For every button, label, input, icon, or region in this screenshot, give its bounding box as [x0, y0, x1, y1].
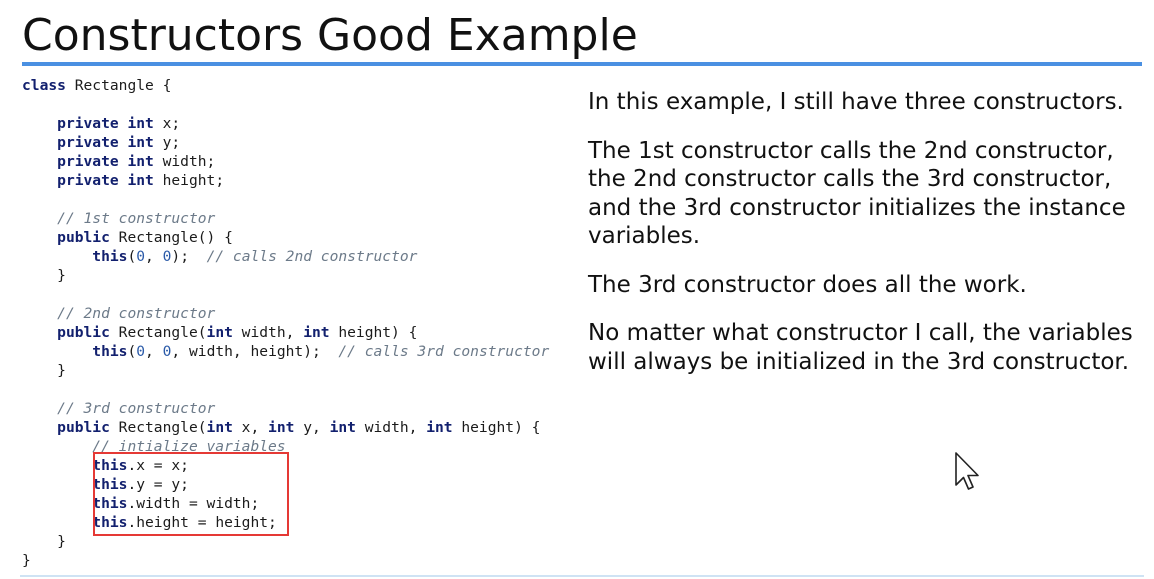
code-keyword: this	[92, 343, 128, 360]
code-keyword: int	[206, 419, 233, 436]
code-comment: // calls 2nd constructor	[206, 248, 418, 265]
explanation-paragraph: In this example, I still have three cons…	[588, 89, 1124, 115]
code-text: }	[22, 267, 66, 284]
code-keyword: private	[57, 153, 119, 170]
code-text: );	[171, 248, 207, 265]
explanation-text: In this example, I still have three cons…	[588, 88, 1143, 396]
code-keyword: int	[127, 172, 154, 189]
code-keyword: class	[22, 77, 66, 94]
code-comment: // 2nd constructor	[57, 305, 216, 322]
code-line: private int y;	[22, 133, 549, 152]
bottom-divider	[20, 575, 1144, 577]
code-text: x,	[232, 419, 269, 436]
code-line: this(0, 0); // calls 2nd constructor	[22, 247, 549, 266]
code-text: y,	[294, 419, 330, 436]
code-number: 0	[136, 248, 146, 265]
code-keyword: int	[329, 419, 356, 436]
code-line: }	[22, 266, 549, 285]
code-text: width,	[232, 324, 304, 341]
code-line: private int width;	[22, 152, 549, 171]
code-text: (	[127, 343, 137, 360]
code-line: public Rectangle(int x, int y, int width…	[22, 418, 549, 437]
code-text: x;	[153, 115, 181, 132]
code-text: }	[22, 552, 31, 569]
code-line: private int height;	[22, 171, 549, 190]
code-line: public Rectangle(int width, int height) …	[22, 323, 549, 342]
code-comment: // 1st constructor	[57, 210, 216, 227]
code-text: ,	[145, 248, 163, 265]
code-text: , width, height);	[171, 343, 339, 360]
code-keyword: public	[57, 324, 110, 341]
code-text: Rectangle(	[109, 324, 207, 341]
code-text: ,	[145, 343, 163, 360]
code-line: public Rectangle() {	[22, 228, 549, 247]
code-keyword: this	[92, 248, 128, 265]
code-text: (	[127, 248, 137, 265]
code-line: class Rectangle {	[22, 76, 549, 95]
code-text: }	[22, 362, 66, 379]
code-keyword: private	[57, 134, 119, 151]
code-line: // 3rd constructor	[22, 399, 549, 418]
code-keyword: int	[206, 324, 233, 341]
code-keyword: int	[127, 153, 154, 170]
code-number: 0	[136, 343, 146, 360]
code-keyword: public	[57, 419, 110, 436]
mouse-cursor-icon	[955, 452, 979, 490]
code-text: Rectangle() {	[109, 229, 233, 246]
slide-title: Constructors Good Example	[22, 10, 638, 61]
code-text: y;	[153, 134, 181, 151]
code-text: }	[22, 533, 66, 550]
code-line: // 1st constructor	[22, 209, 549, 228]
code-comment: // calls 3rd constructor	[338, 343, 550, 360]
code-text: height) {	[452, 419, 541, 436]
code-text: height) {	[329, 324, 418, 341]
title-underline	[22, 62, 1142, 66]
code-line: this(0, 0, width, height); // calls 3rd …	[22, 342, 549, 361]
code-keyword: int	[127, 115, 154, 132]
code-keyword: private	[57, 172, 119, 189]
code-line: }	[22, 551, 549, 570]
code-comment: // 3rd constructor	[57, 400, 216, 417]
code-keyword: int	[268, 419, 295, 436]
code-text: Rectangle {	[65, 77, 172, 94]
code-keyword: int	[426, 419, 453, 436]
code-keyword: int	[127, 134, 154, 151]
code-line: private int x;	[22, 114, 549, 133]
code-text: Rectangle(	[109, 419, 207, 436]
explanation-paragraph: The 1st constructor calls the 2nd constr…	[588, 137, 1126, 250]
code-keyword: private	[57, 115, 119, 132]
code-line: }	[22, 361, 549, 380]
code-line: // 2nd constructor	[22, 304, 549, 323]
code-text: width,	[355, 419, 427, 436]
code-text: width;	[153, 153, 216, 170]
code-keyword: int	[303, 324, 330, 341]
explanation-paragraph: The 3rd constructor does all the work.	[588, 271, 1027, 298]
code-text: height;	[153, 172, 225, 189]
code-keyword: public	[57, 229, 110, 246]
explanation-paragraph: No matter what constructor I call, the v…	[588, 320, 1133, 375]
highlight-box	[93, 452, 289, 536]
